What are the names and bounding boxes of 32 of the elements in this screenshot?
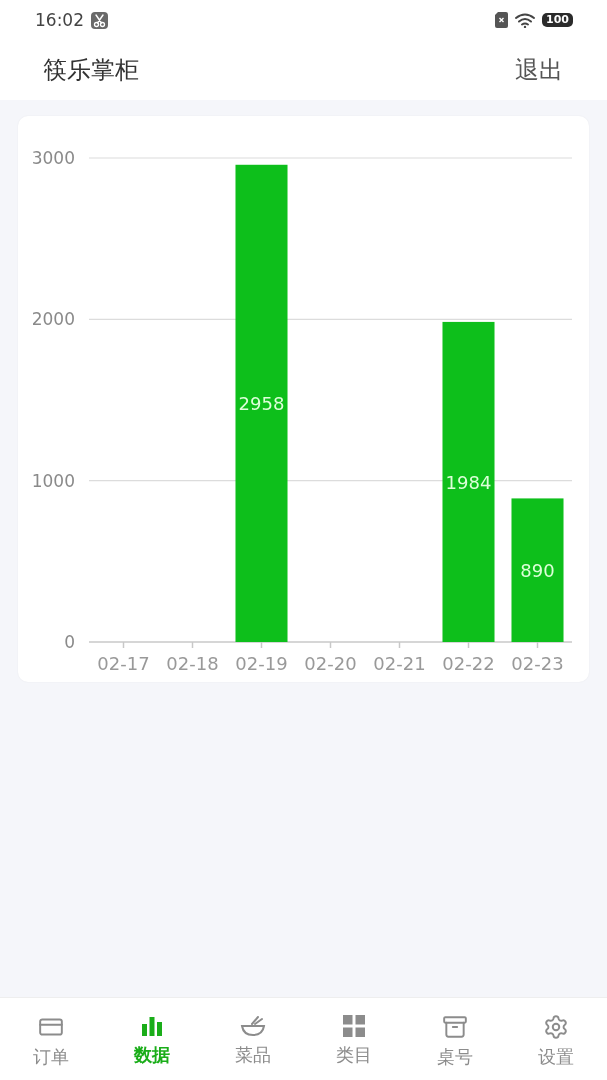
nav-tab[interactable]: 设置 xyxy=(534,998,579,1080)
settings-icon xyxy=(543,1014,570,1040)
x-axis-label: 02-20 xyxy=(304,653,357,674)
status-time: 16:02 xyxy=(35,10,84,30)
bar-value-label: 890 xyxy=(520,560,555,582)
y-axis-label: 3000 xyxy=(31,148,75,168)
wifi-icon xyxy=(515,12,536,28)
scissors-icon xyxy=(91,11,108,29)
archive-box-icon xyxy=(442,1014,469,1040)
bar-chart-icon xyxy=(139,1014,164,1038)
battery-indicator: 100 xyxy=(542,13,573,27)
x-axis-label: 02-21 xyxy=(373,653,426,674)
nav-tab[interactable]: 订单 xyxy=(28,998,73,1080)
nav-tab[interactable]: 桌号 xyxy=(433,998,478,1080)
x-axis-label: 02-23 xyxy=(511,653,564,674)
sim-card-icon xyxy=(495,12,509,28)
y-axis-label: 1000 xyxy=(31,470,75,491)
y-axis-label: 0 xyxy=(64,632,75,652)
x-axis-label: 02-19 xyxy=(235,653,288,674)
grid-icon xyxy=(342,1014,367,1038)
x-axis-label: 02-17 xyxy=(97,653,150,674)
bar-value-label: 1984 xyxy=(445,471,492,493)
nav-tab[interactable]: 菜品 xyxy=(230,998,275,1080)
nav-tab[interactable]: 数据 xyxy=(129,998,174,1080)
bar-value-label: 2958 xyxy=(238,393,285,415)
nav-tab[interactable]: 类目 xyxy=(332,998,377,1080)
app-title: 筷乐掌柜 xyxy=(43,55,139,86)
x-axis-label: 02-18 xyxy=(166,653,219,674)
logout-button[interactable]: 退出 xyxy=(515,54,563,86)
x-axis-label: 02-22 xyxy=(442,653,495,674)
bowl-icon xyxy=(239,1014,266,1038)
y-axis-label: 2000 xyxy=(31,309,75,330)
